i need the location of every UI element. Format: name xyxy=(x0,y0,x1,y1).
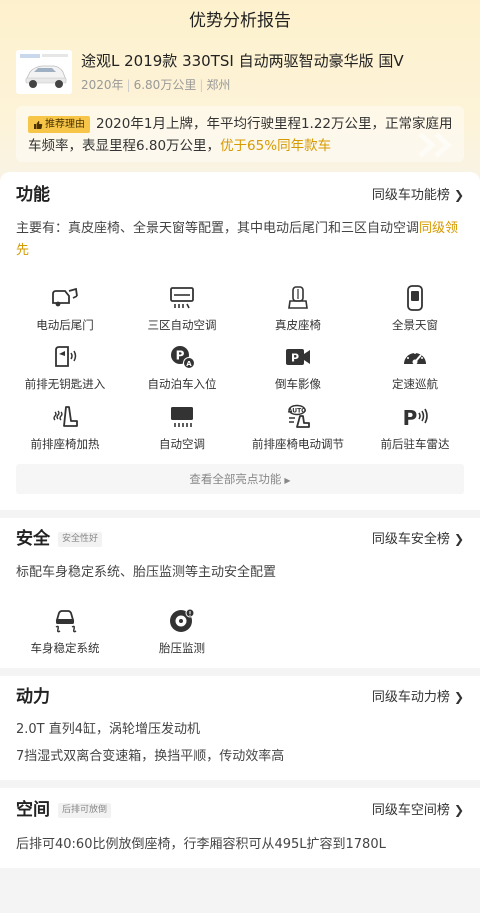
svg-text:P: P xyxy=(403,406,418,430)
svg-text:AUTO: AUTO xyxy=(288,408,307,415)
car-thumbnail[interactable] xyxy=(16,50,72,94)
space-header: 空间 后排可放倒 同级车空间榜 ❯ xyxy=(16,797,464,823)
feature-tire-pressure[interactable]: 胎压监测 xyxy=(127,608,237,656)
car-city: 郑州 xyxy=(206,78,231,92)
feature-stability-control[interactable]: 车身稳定系统 xyxy=(10,608,120,656)
power-seat-icon: AUTO xyxy=(288,404,310,428)
thumbs-up-icon xyxy=(34,120,43,129)
climate-control-icon xyxy=(170,287,194,309)
recommend-reason-text: 2020年1月上牌，年平均行驶里程1.22万公里，正常家庭用车频率，表显里程6.… xyxy=(28,116,453,154)
feature-reverse-camera[interactable]: P 倒车影像 xyxy=(243,344,353,392)
power-engine-line: 2.0T 直列4缸，涡轮增压发动机 xyxy=(16,722,201,737)
chevron-right-icon: ❯ xyxy=(453,188,464,202)
feature-keyless-entry[interactable]: 前排无钥匙进入 xyxy=(10,344,120,392)
feature-power-tailgate[interactable]: 电动后尾门 xyxy=(10,285,120,333)
space-desc: 后排可40:60比例放倒座椅，行李厢容积可从495L扩容到1780L xyxy=(16,837,386,852)
keyless-entry-icon xyxy=(55,346,77,367)
recommend-reason-box: 2020年1月上牌，年平均行驶里程1.22万公里，正常家庭用车频率，表显里程6.… xyxy=(16,106,464,162)
view-all-features-button[interactable]: 查看全部亮点功能 ▶ xyxy=(16,464,464,494)
space-rank-link[interactable]: 同级车空间榜 ❯ xyxy=(372,797,464,824)
function-desc: 主要有：真皮座椅、全景天窗等配置，其中电动后尾门和三区自动空调同级领先 xyxy=(16,221,459,258)
safety-rank-link[interactable]: 同级车安全榜 ❯ xyxy=(372,526,464,553)
function-rank-link[interactable]: 同级车功能榜 ❯ xyxy=(372,182,464,209)
car-meta: 2020年 | 6.80万公里 | 郑州 xyxy=(81,78,231,92)
safety-desc: 标配车身稳定系统、胎压监测等主动安全配置 xyxy=(16,565,277,580)
triangle-right-icon: ▶ xyxy=(284,476,291,485)
feature-panoramic-sunroof[interactable]: 全景天窗 xyxy=(360,285,470,333)
recommend-highlight: 优于65%同年款车 xyxy=(220,138,332,154)
car-mileage: 6.80万公里 xyxy=(133,78,197,92)
feature-cruise-control[interactable]: 定速巡航 xyxy=(360,344,470,392)
space-title: 空间 xyxy=(16,800,50,820)
car-year: 2020年 xyxy=(81,78,124,92)
cruise-control-icon xyxy=(404,352,426,365)
power-rank-link[interactable]: 同级车动力榜 ❯ xyxy=(372,684,464,711)
function-header: 功能 同级车功能榜 ❯ xyxy=(16,182,464,208)
chevron-right-icon: ❯ xyxy=(453,690,464,704)
page-title: 优势分析报告 xyxy=(189,11,291,31)
safety-tag: 安全性好 xyxy=(58,532,103,547)
tire-pressure-icon xyxy=(170,608,195,632)
feature-tri-zone-climate[interactable]: 三区自动空调 xyxy=(127,285,237,333)
svg-text:P: P xyxy=(291,352,299,365)
chevron-right-icon: ❯ xyxy=(453,532,464,546)
car-title: 途观L 2019款 330TSI 自动两驱智动豪华版 国V xyxy=(81,52,404,70)
auto-parking-icon: P A xyxy=(171,346,195,369)
space-tag: 后排可放倒 xyxy=(58,803,112,818)
auto-ac-icon xyxy=(171,407,193,427)
recommend-badge: 推荐理由 xyxy=(28,116,90,133)
feature-parking-radar[interactable]: P 前后驻车雷达 xyxy=(360,404,470,452)
feature-auto-parking[interactable]: P A 自动泊车入位 xyxy=(127,344,237,392)
seat-heating-icon xyxy=(53,406,78,427)
function-title: 功能 xyxy=(16,185,50,205)
reverse-camera-icon: P xyxy=(286,349,310,365)
power-title: 动力 xyxy=(16,687,50,707)
feature-auto-ac[interactable]: 自动空调 xyxy=(127,404,237,452)
safety-title: 安全 xyxy=(16,529,50,549)
chevron-right-icon: ❯ xyxy=(453,803,464,817)
power-header: 动力 同级车动力榜 ❯ xyxy=(16,684,464,710)
svg-text:A: A xyxy=(186,360,192,368)
power-gearbox-line: 7挡湿式双离合变速箱，换挡平顺，传动效率高 xyxy=(16,749,285,764)
power-tailgate-icon xyxy=(52,287,78,307)
svg-text:P: P xyxy=(176,349,185,363)
safety-header: 安全 安全性好 同级车安全榜 ❯ xyxy=(16,526,464,552)
feature-power-seat-adjust[interactable]: AUTO 前排座椅电动调节 xyxy=(243,404,353,452)
parking-radar-icon: P xyxy=(403,406,428,430)
stability-control-icon xyxy=(55,610,77,633)
feature-leather-seat[interactable]: 真皮座椅 xyxy=(243,285,353,333)
sunroof-icon xyxy=(407,285,423,311)
feature-seat-heating[interactable]: 前排座椅加热 xyxy=(10,404,120,452)
leather-seat-icon xyxy=(288,286,308,309)
